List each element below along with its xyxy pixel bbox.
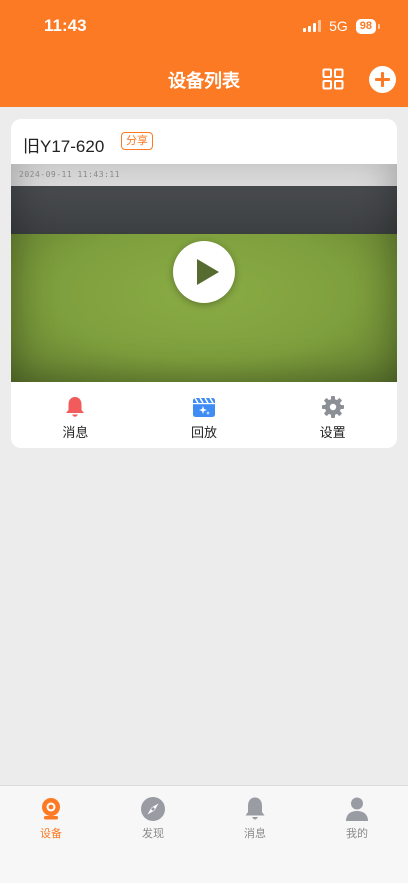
- grid-view-button[interactable]: [322, 68, 344, 90]
- messages-action-button[interactable]: 消息: [11, 382, 140, 448]
- grid-icon: [322, 68, 344, 90]
- camera-icon: [42, 798, 60, 820]
- tab-profile[interactable]: 我的: [306, 786, 408, 883]
- bell-icon: [245, 797, 265, 820]
- status-time: 11:43: [44, 16, 87, 35]
- video-preview[interactable]: 2024-09-11 11:43:11: [11, 164, 397, 382]
- tab-discover-label: 发现: [142, 827, 164, 840]
- gear-icon: [321, 396, 344, 418]
- page-title: 设备列表: [168, 71, 240, 92]
- device-card: 旧Y17-620 分享 2024-09-11 11:43:11 消息 回放 设置: [11, 119, 397, 448]
- status-indicators: 5G 98: [303, 18, 380, 34]
- video-timestamp: 2024-09-11 11:43:11: [19, 170, 121, 179]
- compass-icon: [141, 797, 165, 821]
- play-button[interactable]: [173, 241, 235, 303]
- settings-action-label: 设置: [319, 426, 346, 441]
- tab-messages-label: 消息: [244, 827, 266, 840]
- tab-profile-label: 我的: [346, 827, 368, 840]
- tab-messages[interactable]: 消息: [204, 786, 306, 883]
- device-actions: 消息 回放 设置: [11, 382, 397, 448]
- network-type: 5G: [329, 18, 348, 34]
- device-name[interactable]: 旧Y17-620: [23, 132, 104, 157]
- app-header: 11:43 5G 98 设备列表: [0, 0, 408, 107]
- bottom-tab-bar: 设备 发现 消息 我的: [0, 785, 408, 883]
- playback-action-button[interactable]: 回放: [140, 382, 269, 448]
- signal-icon: [303, 20, 322, 32]
- share-badge[interactable]: 分享: [121, 132, 153, 150]
- tab-discover[interactable]: 发现: [102, 786, 204, 883]
- messages-action-label: 消息: [62, 426, 89, 441]
- playback-clapper-icon: [193, 397, 215, 417]
- person-icon: [346, 797, 368, 821]
- settings-action-button[interactable]: 设置: [268, 382, 397, 448]
- add-device-button[interactable]: [369, 66, 396, 93]
- bell-icon: [66, 397, 85, 417]
- battery-level: 98: [355, 18, 376, 34]
- battery-icon: [378, 23, 380, 29]
- tab-devices-label: 设备: [40, 827, 62, 840]
- tab-devices[interactable]: 设备: [0, 786, 102, 883]
- playback-action-label: 回放: [191, 426, 218, 441]
